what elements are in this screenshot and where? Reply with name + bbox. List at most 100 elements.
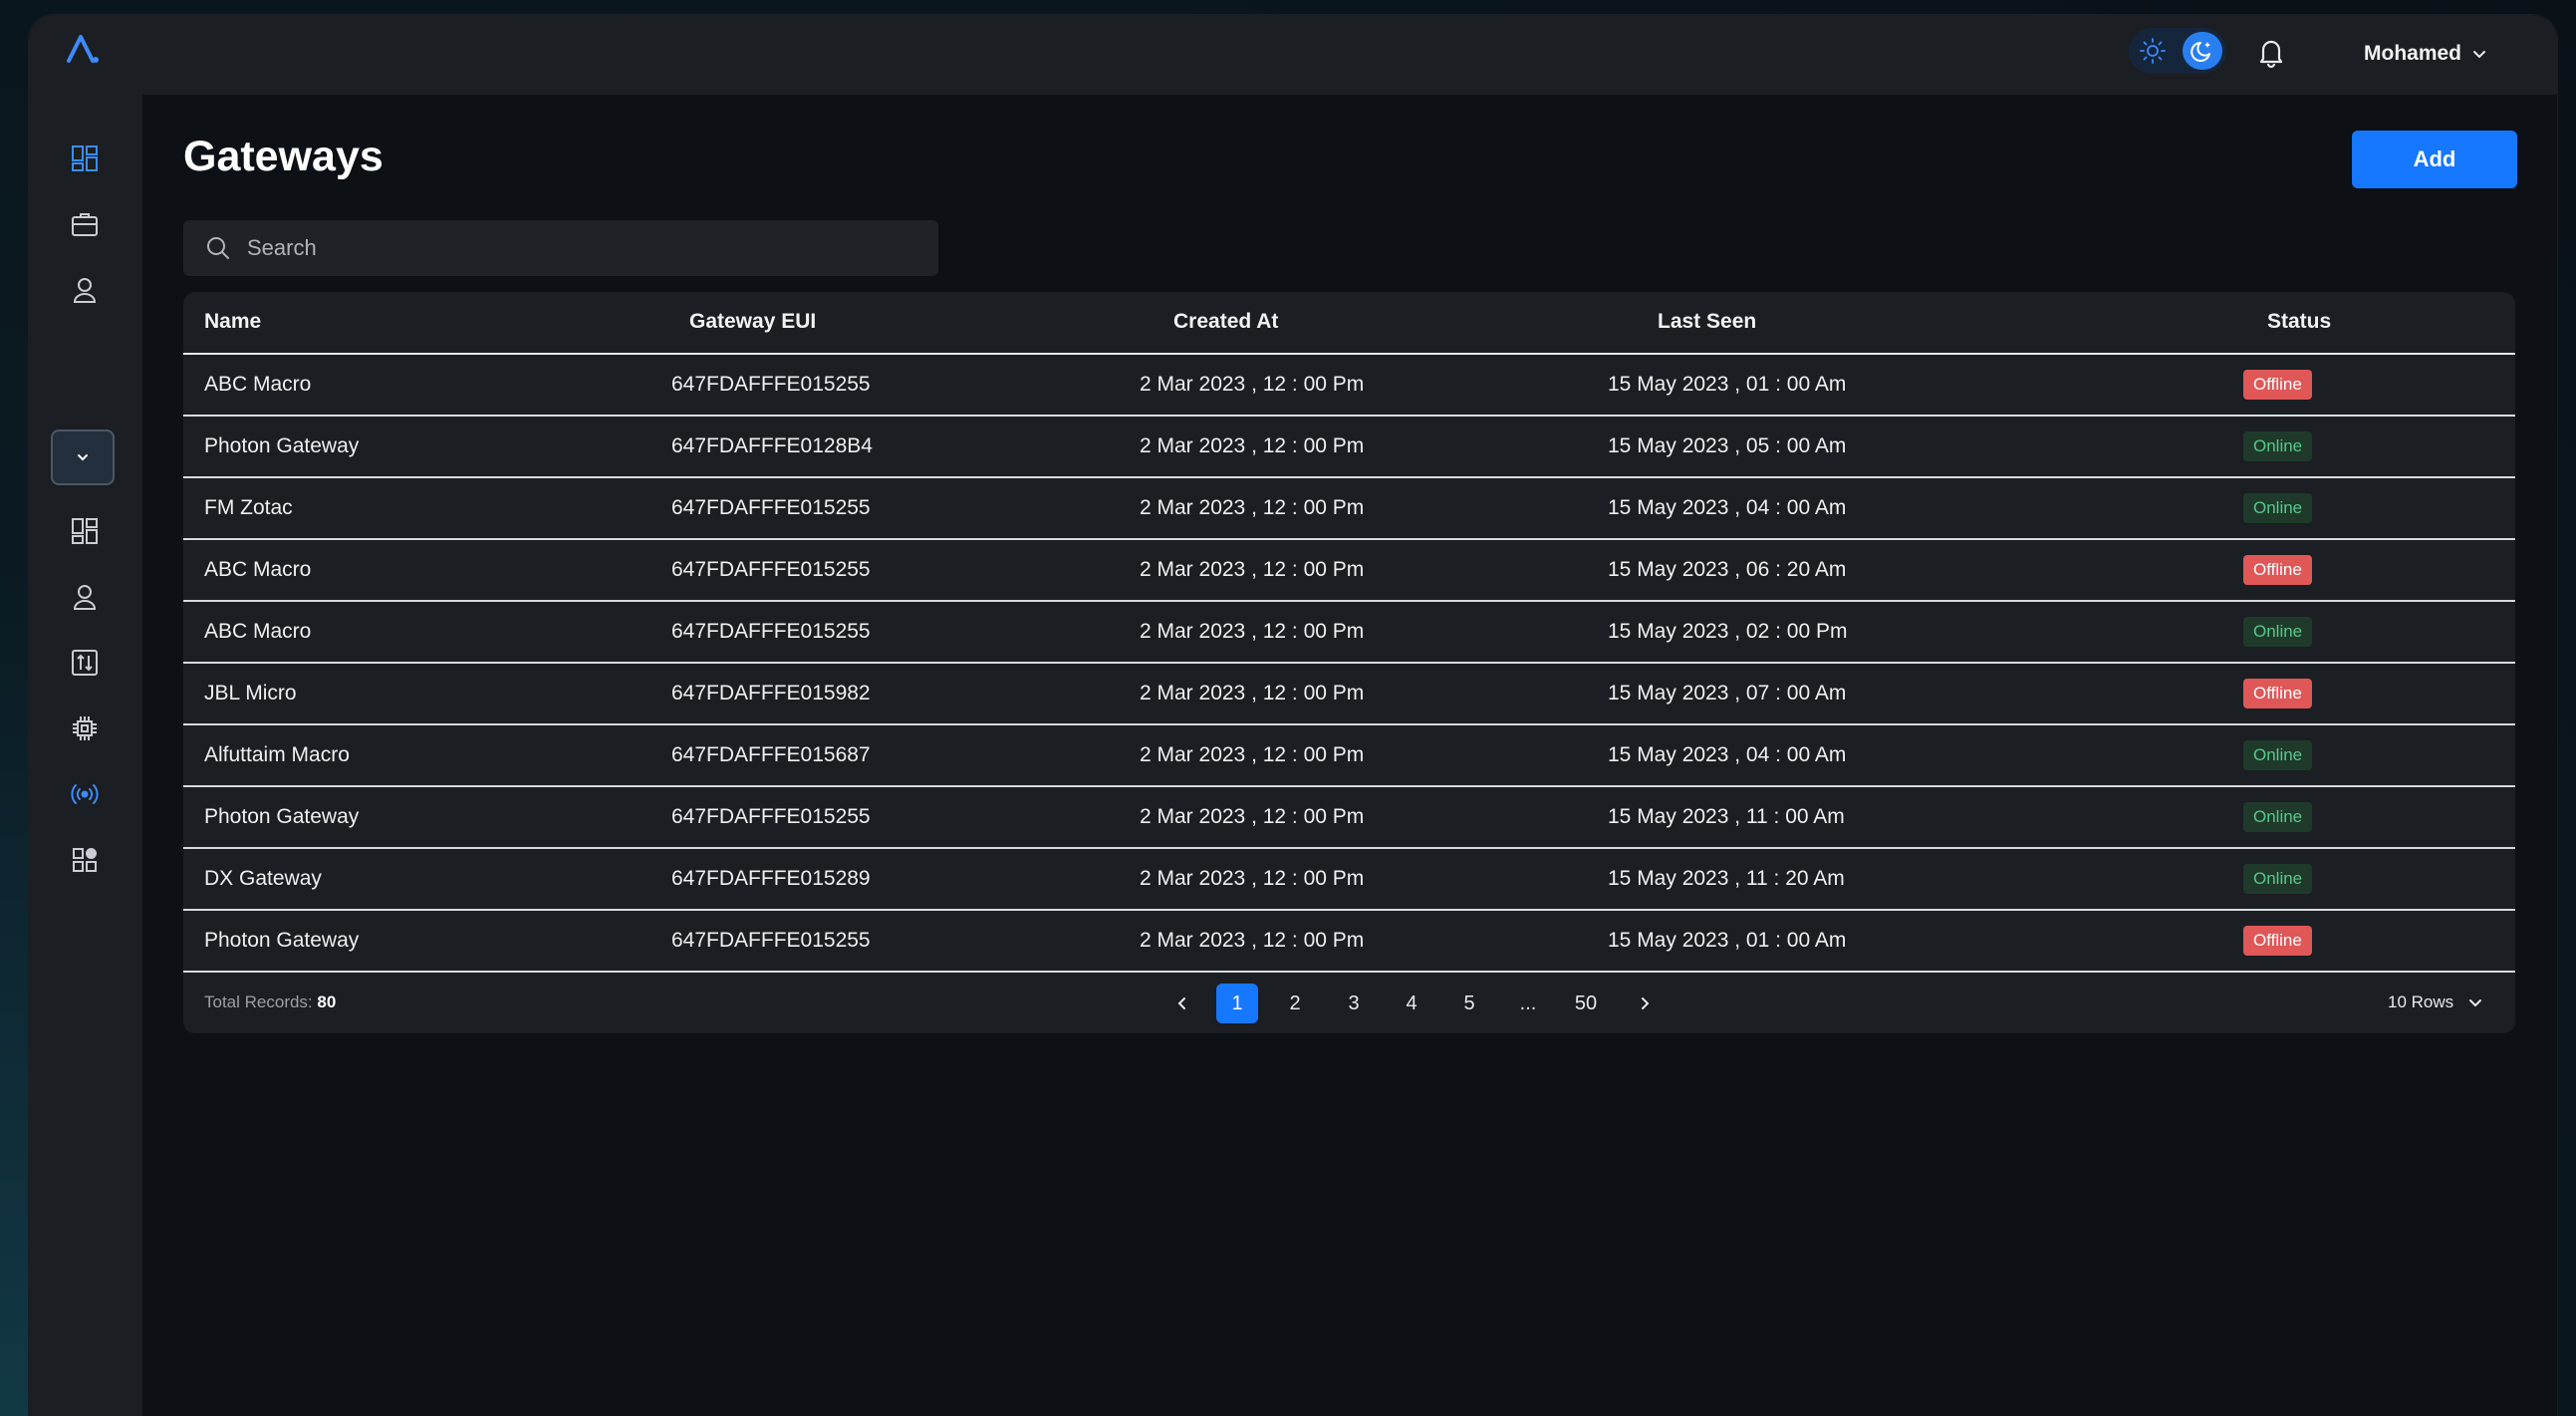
sidebar xyxy=(29,95,142,1416)
rows-per-page-select[interactable]: 10 Rows xyxy=(2388,992,2483,1012)
cell-name: Photon Gateway xyxy=(204,929,360,952)
pagination-prev-button[interactable] xyxy=(1161,984,1203,1023)
cell-gateway-eui: 647FDAFFFE015255 xyxy=(671,620,871,643)
sidebar-item-overview[interactable] xyxy=(67,513,103,549)
cell-name: ABC Macro xyxy=(204,373,312,396)
cell-created-at: 2 Mar 2023 , 12 : 00 Pm xyxy=(1140,805,1365,828)
app-window: Mohamed Gateways Add Search Name Gateway… xyxy=(28,14,2558,1416)
status-badge: Offline xyxy=(2243,926,2312,956)
pagination-next-button[interactable] xyxy=(1624,984,1666,1023)
table-row[interactable]: Photon Gateway 647FDAFFFE015255 2 Mar 2023… xyxy=(183,911,2515,973)
cell-name: JBL Micro xyxy=(204,682,297,705)
page-button-5[interactable]: 5 xyxy=(1448,984,1490,1023)
sliders-icon xyxy=(72,650,98,676)
sidebar-item-accounts[interactable] xyxy=(67,579,103,615)
page-button-3[interactable]: 3 xyxy=(1333,984,1375,1023)
page-button-2[interactable]: 2 xyxy=(1274,984,1316,1023)
cell-created-at: 2 Mar 2023 , 12 : 00 Pm xyxy=(1140,496,1365,519)
sidebar-item-settings[interactable] xyxy=(67,645,103,681)
cell-gateway-eui: 647FDAFFFE015255 xyxy=(671,373,871,396)
cell-gateway-eui: 647FDAFFFE0128B4 xyxy=(671,434,873,457)
cell-last-seen: 15 May 2023 , 01 : 00 Am xyxy=(1608,373,1847,396)
cell-created-at: 2 Mar 2023 , 12 : 00 Pm xyxy=(1140,682,1365,705)
broadcast-icon xyxy=(71,784,99,804)
table-row[interactable]: FM Zotac 647FDAFFFE015255 2 Mar 2023 , 12 … xyxy=(183,478,2515,540)
add-button[interactable]: Add xyxy=(2352,131,2517,188)
chip-icon xyxy=(73,716,97,740)
status-badge: Online xyxy=(2243,493,2313,523)
moon-toggle-active[interactable] xyxy=(2183,32,2222,70)
status-badge: Online xyxy=(2243,431,2313,461)
sun-icon[interactable] xyxy=(2139,37,2167,65)
dashboard-icon xyxy=(72,518,98,544)
sidebar-item-apps[interactable] xyxy=(67,842,103,878)
cell-name: Alfuttaim Macro xyxy=(204,743,350,766)
page-button-1[interactable]: 1 xyxy=(1216,984,1258,1023)
table-row[interactable]: JBL Micro 647FDAFFFE015982 2 Mar 2023 , 12… xyxy=(183,664,2515,725)
chevron-left-icon xyxy=(1177,997,1185,1009)
table-header: Name Gateway EUI Created At Last Seen St… xyxy=(183,292,2515,355)
table-row[interactable]: Alfuttaim Macro 647FDAFFFE015687 2 Mar 202… xyxy=(183,725,2515,787)
cell-last-seen: 15 May 2023 , 04 : 00 Am xyxy=(1608,496,1847,519)
page-button-4[interactable]: 4 xyxy=(1391,984,1432,1023)
status-badge: Offline xyxy=(2243,679,2312,708)
page-ellipsis: ... xyxy=(1519,991,1537,1014)
search-box[interactable] xyxy=(183,220,938,276)
sidebar-item-dashboard[interactable] xyxy=(67,141,103,176)
table-row[interactable]: Photon Gateway 647FDAFFFE015255 2 Mar 2023… xyxy=(183,787,2515,849)
cell-gateway-eui: 647FDAFFFE015255 xyxy=(671,805,871,828)
cell-name: ABC Macro xyxy=(204,620,312,643)
apps-icon xyxy=(73,848,97,872)
cell-last-seen: 15 May 2023 , 05 : 00 Am xyxy=(1608,434,1847,457)
gateways-table: Name Gateway EUI Created At Last Seen St… xyxy=(183,292,2515,1033)
table-row[interactable]: Photon Gateway 647FDAFFFE0128B4 2 Mar 2023… xyxy=(183,417,2515,478)
status-badge: Online xyxy=(2243,802,2313,832)
theme-toggle[interactable] xyxy=(2129,28,2226,74)
cell-gateway-eui: 647FDAFFFE015289 xyxy=(671,867,871,890)
pagination: 1 2 3 4 5 ... 50 xyxy=(183,984,2515,1023)
page-button-50[interactable]: 50 xyxy=(1565,984,1607,1023)
search-icon xyxy=(207,237,229,259)
moon-icon xyxy=(2190,42,2210,62)
column-header-name[interactable]: Name xyxy=(204,310,261,334)
cell-last-seen: 15 May 2023 , 02 : 00 Pm xyxy=(1608,620,1848,643)
column-header-last-seen[interactable]: Last Seen xyxy=(1658,310,1756,334)
column-header-status[interactable]: Status xyxy=(2267,310,2331,334)
notification-bell-icon[interactable] xyxy=(2255,35,2287,69)
cell-last-seen: 15 May 2023 , 01 : 00 Am xyxy=(1608,929,1847,952)
chevron-right-icon xyxy=(1642,997,1650,1009)
user-menu[interactable]: Mohamed xyxy=(2364,37,2487,71)
table-footer: Total Records: 80 1 2 3 4 5 ... 50 10 Ro… xyxy=(183,972,2515,1033)
page-title: Gateways xyxy=(183,133,384,180)
app-logo-icon[interactable] xyxy=(63,29,103,69)
rows-per-page-value: 10 Rows xyxy=(2388,992,2454,1011)
cell-created-at: 2 Mar 2023 , 12 : 00 Pm xyxy=(1140,743,1365,766)
column-header-created-at[interactable]: Created At xyxy=(1173,310,1278,334)
cell-last-seen: 15 May 2023 , 04 : 00 Am xyxy=(1608,743,1847,766)
sidebar-collapse-button[interactable] xyxy=(51,429,115,485)
cell-gateway-eui: 647FDAFFFE015982 xyxy=(671,682,871,705)
cell-created-at: 2 Mar 2023 , 12 : 00 Pm xyxy=(1140,929,1365,952)
column-header-gateway-eui[interactable]: Gateway EUI xyxy=(689,310,816,334)
table-row[interactable]: ABC Macro 647FDAFFFE015255 2 Mar 2023 , 12… xyxy=(183,355,2515,417)
cell-last-seen: 15 May 2023 , 11 : 00 Am xyxy=(1608,805,1845,828)
chevron-down-icon xyxy=(2473,51,2486,59)
cell-last-seen: 15 May 2023 , 07 : 00 Am xyxy=(1608,682,1847,705)
cell-gateway-eui: 647FDAFFFE015687 xyxy=(671,743,871,766)
cell-last-seen: 15 May 2023 , 06 : 20 Am xyxy=(1608,558,1847,581)
table-row[interactable]: ABC Macro 647FDAFFFE015255 2 Mar 2023 , 12… xyxy=(183,602,2515,664)
search-input[interactable] xyxy=(247,235,895,261)
sidebar-item-devices[interactable] xyxy=(67,710,103,746)
cell-created-at: 2 Mar 2023 , 12 : 00 Pm xyxy=(1140,867,1365,890)
sidebar-item-projects[interactable] xyxy=(67,206,103,242)
table-row[interactable]: DX Gateway 647FDAFFFE015289 2 Mar 2023 , 1… xyxy=(183,849,2515,911)
cell-gateway-eui: 647FDAFFFE015255 xyxy=(671,496,871,519)
sidebar-item-users[interactable] xyxy=(67,272,103,308)
sidebar-item-gateways[interactable] xyxy=(67,776,103,812)
status-badge: Online xyxy=(2243,864,2313,894)
table-row[interactable]: ABC Macro 647FDAFFFE015255 2 Mar 2023 , 12… xyxy=(183,540,2515,602)
chevron-down-icon xyxy=(2469,999,2482,1007)
cell-name: ABC Macro xyxy=(204,558,312,581)
cell-gateway-eui: 647FDAFFFE015255 xyxy=(671,558,871,581)
status-badge: Online xyxy=(2243,740,2313,770)
